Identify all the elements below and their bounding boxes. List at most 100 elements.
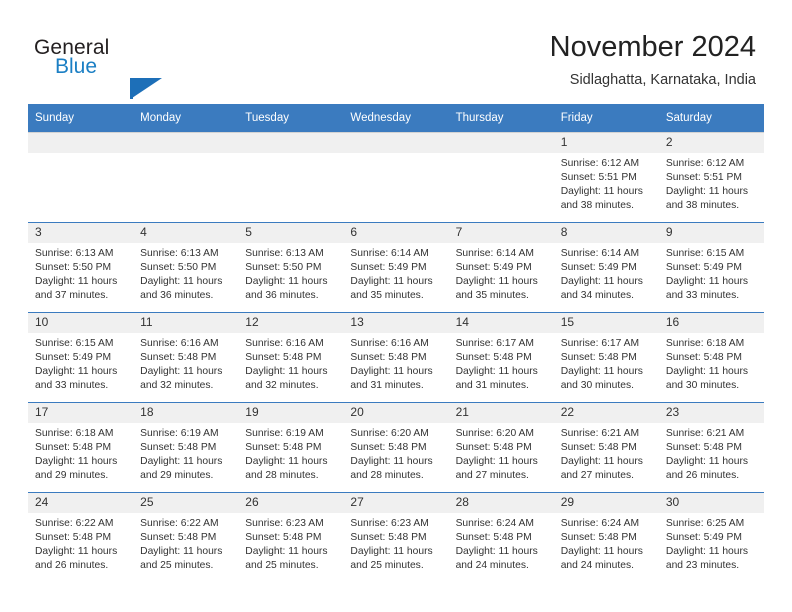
sunrise-text: Sunrise: 6:25 AM: [665, 518, 745, 529]
calendar-day-cell[interactable]: 19 Sunrise: 6:19 AM Sunset: 5:48 PM Dayligh…: [238, 402, 344, 493]
daylight-text-line2: and 27 minutes.: [560, 470, 634, 482]
calendar-day-cell[interactable]: 13 Sunrise: 6:16 AM Sunset: 5:48 PM Dayligh…: [343, 312, 449, 403]
day-number: 26: [238, 493, 344, 513]
calendar-week-row: 17 Sunrise: 6:18 AM Sunset: 5:48 PM Dayligh…: [28, 402, 764, 493]
calendar-day-cell[interactable]: 21 Sunrise: 6:20 AM Sunset: 5:48 PM Dayligh…: [448, 402, 554, 493]
calendar-day-cell[interactable]: 18 Sunrise: 6:19 AM Sunset: 5:48 PM Dayligh…: [133, 402, 239, 493]
day-details: Sunrise: 6:17 AM Sunset: 5:48 PM Daylight:…: [449, 333, 554, 393]
daylight-text-line1: Daylight: 11 hours: [245, 546, 328, 558]
daylight-text-line1: Daylight: 11 hours: [560, 276, 643, 288]
sunrise-text: Sunrise: 6:19 AM: [245, 428, 324, 439]
calendar-day-cell[interactable]: 29 Sunrise: 6:24 AM Sunset: 5:48 PM Dayligh…: [553, 492, 659, 582]
day-number: 15: [553, 313, 659, 333]
daylight-text-line1: Daylight: 11 hours: [140, 456, 223, 468]
calendar-day-cell[interactable]: 14 Sunrise: 6:17 AM Sunset: 5:48 PM Dayligh…: [448, 312, 554, 403]
calendar-day-cell[interactable]: 1 Sunrise: 6:12 AM Sunset: 5:51 PM Daylight…: [553, 132, 659, 223]
sunrise-text: Sunrise: 6:20 AM: [455, 428, 534, 439]
page-title: November 2024: [549, 31, 756, 63]
calendar-day-cell[interactable]: 16 Sunrise: 6:18 AM Sunset: 5:48 PM Dayligh…: [658, 312, 764, 403]
day-details: Sunrise: 6:18 AM Sunset: 5:48 PM Daylight:…: [659, 333, 764, 393]
sunset-text: Sunset: 5:48 PM: [665, 442, 742, 454]
sunset-text: Sunset: 5:49 PM: [665, 532, 742, 544]
calendar-day-cell[interactable]: 2 Sunrise: 6:12 AM Sunset: 5:51 PM Daylight…: [658, 132, 764, 223]
daylight-text-line2: and 37 minutes.: [35, 290, 109, 302]
day-number: 29: [553, 493, 659, 513]
brand-logo[interactable]: General Blue: [34, 36, 214, 99]
sunset-text: Sunset: 5:48 PM: [455, 532, 532, 544]
sunrise-text: Sunrise: 6:23 AM: [350, 518, 429, 529]
day-number: 9: [658, 223, 764, 243]
sunset-text: Sunset: 5:50 PM: [245, 262, 322, 274]
calendar-day-cell[interactable]: 22 Sunrise: 6:21 AM Sunset: 5:48 PM Dayligh…: [553, 402, 659, 493]
daylight-text-line2: and 38 minutes.: [665, 200, 740, 212]
calendar-day-cell[interactable]: 10 Sunrise: 6:15 AM Sunset: 5:49 PM Dayligh…: [28, 312, 134, 403]
sunset-text: Sunset: 5:51 PM: [665, 172, 742, 184]
calendar-day-cell[interactable]: 3 Sunrise: 6:13 AM Sunset: 5:50 PM Daylight…: [28, 222, 134, 313]
calendar-day-cell[interactable]: 8 Sunrise: 6:14 AM Sunset: 5:49 PM Daylight…: [553, 222, 659, 313]
calendar-day-cell[interactable]: 27 Sunrise: 6:23 AM Sunset: 5:48 PM Dayligh…: [343, 492, 449, 582]
daylight-text-line1: Daylight: 11 hours: [140, 366, 223, 378]
day-details: Sunrise: 6:16 AM Sunset: 5:48 PM Daylight:…: [238, 333, 343, 393]
calendar-day-cell[interactable]: 12 Sunrise: 6:16 AM Sunset: 5:48 PM Dayligh…: [238, 312, 344, 403]
daylight-text-line2: and 30 minutes.: [560, 380, 634, 392]
calendar-day-cell[interactable]: 15 Sunrise: 6:17 AM Sunset: 5:48 PM Dayligh…: [553, 312, 659, 403]
day-details: Sunrise: 6:17 AM Sunset: 5:48 PM Daylight:…: [554, 333, 659, 393]
sunset-text: Sunset: 5:48 PM: [350, 532, 427, 544]
calendar-day-cell[interactable]: 25 Sunrise: 6:22 AM Sunset: 5:48 PM Dayligh…: [133, 492, 239, 582]
calendar-day-cell[interactable]: 24 Sunrise: 6:22 AM Sunset: 5:48 PM Dayligh…: [28, 492, 134, 582]
calendar-day-cell[interactable]: 6 Sunrise: 6:14 AM Sunset: 5:49 PM Daylight…: [343, 222, 449, 313]
day-number: 28: [448, 493, 554, 513]
daylight-text-line2: and 24 minutes.: [560, 560, 634, 572]
calendar-day-cell[interactable]: 7 Sunrise: 6:14 AM Sunset: 5:49 PM Daylight…: [448, 222, 554, 313]
page-header: General Blue November 2024 Sidlaghatta, …: [0, 0, 792, 100]
daylight-text-line2: and 28 minutes.: [350, 470, 424, 482]
calendar-week-row: 24 Sunrise: 6:22 AM Sunset: 5:48 PM Dayligh…: [28, 492, 764, 582]
calendar-day-cell[interactable]: 9 Sunrise: 6:15 AM Sunset: 5:49 PM Daylight…: [658, 222, 764, 313]
day-details: Sunrise: 6:15 AM Sunset: 5:49 PM Daylight:…: [659, 243, 764, 303]
day-number: [448, 133, 554, 153]
sunset-text: Sunset: 5:48 PM: [140, 352, 217, 364]
sunset-text: Sunset: 5:50 PM: [35, 262, 112, 274]
calendar-day-cell[interactable]: 26 Sunrise: 6:23 AM Sunset: 5:48 PM Dayligh…: [238, 492, 344, 582]
daylight-text-line2: and 31 minutes.: [350, 380, 424, 392]
daylight-text-line2: and 35 minutes.: [455, 290, 529, 302]
calendar-day-cell[interactable]: 23 Sunrise: 6:21 AM Sunset: 5:48 PM Dayligh…: [658, 402, 764, 493]
sunrise-text: Sunrise: 6:22 AM: [35, 518, 114, 529]
calendar-day-cell[interactable]: 17 Sunrise: 6:18 AM Sunset: 5:48 PM Dayligh…: [28, 402, 134, 493]
day-details: Sunrise: 6:12 AM Sunset: 5:51 PM Daylight:…: [554, 153, 659, 213]
day-number: [133, 133, 239, 153]
day-details: Sunrise: 6:14 AM Sunset: 5:49 PM Daylight:…: [343, 243, 448, 303]
day-number: 23: [658, 403, 764, 423]
day-number: [343, 133, 449, 153]
sunset-text: Sunset: 5:48 PM: [560, 532, 637, 544]
calendar-week-row: 3 Sunrise: 6:13 AM Sunset: 5:50 PM Daylight…: [28, 222, 764, 313]
sunset-text: Sunset: 5:48 PM: [35, 532, 112, 544]
day-number: 21: [448, 403, 554, 423]
daylight-text-line2: and 36 minutes.: [245, 290, 319, 302]
day-number: 6: [343, 223, 449, 243]
daylight-text-line1: Daylight: 11 hours: [350, 276, 433, 288]
calendar-day-cell[interactable]: 11 Sunrise: 6:16 AM Sunset: 5:48 PM Dayligh…: [133, 312, 239, 403]
day-details: Sunrise: 6:13 AM Sunset: 5:50 PM Daylight:…: [28, 243, 133, 303]
daylight-text-line2: and 38 minutes.: [560, 200, 634, 212]
calendar-day-cell[interactable]: 5 Sunrise: 6:13 AM Sunset: 5:50 PM Daylight…: [238, 222, 344, 313]
day-number: 18: [133, 403, 239, 423]
daylight-text-line2: and 23 minutes.: [665, 560, 740, 572]
calendar-day-cell[interactable]: 30 Sunrise: 6:25 AM Sunset: 5:49 PM Dayligh…: [658, 492, 764, 582]
sunrise-text: Sunrise: 6:16 AM: [140, 338, 219, 349]
day-details: Sunrise: 6:24 AM Sunset: 5:48 PM Daylight:…: [449, 513, 554, 573]
calendar-week-row: 1 Sunrise: 6:12 AM Sunset: 5:51 PM Daylight…: [28, 132, 764, 223]
day-number: 16: [658, 313, 764, 333]
calendar-week-row: 10 Sunrise: 6:15 AM Sunset: 5:49 PM Dayligh…: [28, 312, 764, 403]
weekday-header-tuesday: Tuesday: [238, 104, 344, 133]
day-details: Sunrise: 6:15 AM Sunset: 5:49 PM Daylight:…: [28, 333, 133, 393]
calendar-header-row: Sunday Monday Tuesday Wednesday Thursday Frid…: [28, 104, 764, 133]
calendar-day-cell[interactable]: 28 Sunrise: 6:24 AM Sunset: 5:48 PM Dayligh…: [448, 492, 554, 582]
sunrise-text: Sunrise: 6:12 AM: [665, 158, 745, 169]
calendar-day-cell[interactable]: 20 Sunrise: 6:20 AM Sunset: 5:48 PM Dayligh…: [343, 402, 449, 493]
calendar-day-cell[interactable]: 4 Sunrise: 6:13 AM Sunset: 5:50 PM Daylight…: [133, 222, 239, 313]
sunset-text: Sunset: 5:48 PM: [665, 352, 742, 364]
daylight-text-line1: Daylight: 11 hours: [665, 456, 749, 468]
daylight-text-line1: Daylight: 11 hours: [560, 186, 643, 198]
day-number: 8: [553, 223, 659, 243]
